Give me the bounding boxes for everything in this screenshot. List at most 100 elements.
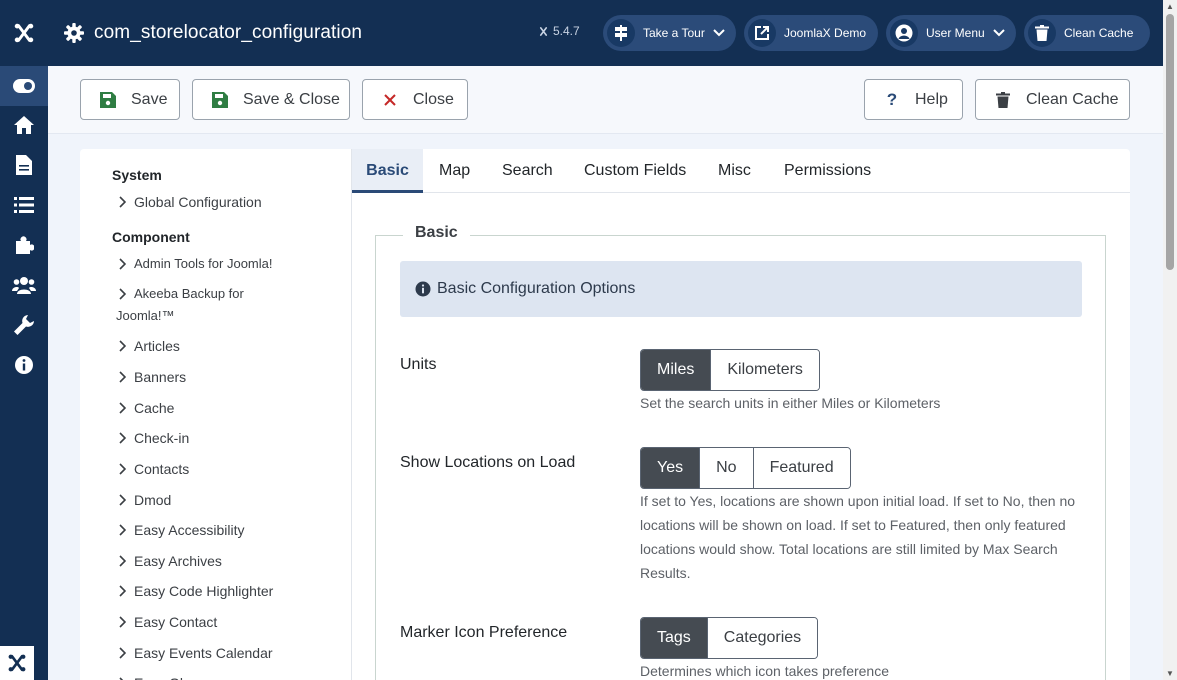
menus-menu-item[interactable] — [0, 185, 48, 225]
sidebar-item-label: Contacts — [134, 461, 190, 477]
sidebar-item-easy-archives[interactable]: Easy Archives — [116, 550, 222, 572]
sidebar-item-label: Check-in — [134, 430, 190, 446]
sidebar-item-cache[interactable]: Cache — [116, 397, 174, 419]
units-option-kilometers[interactable]: Kilometers — [711, 350, 819, 390]
sidebar-item-global-configuration[interactable]: Global Configuration — [116, 191, 262, 213]
file-icon — [16, 155, 32, 175]
header-clean-cache-label: Clean Cache — [1064, 26, 1134, 40]
joomla-logo[interactable] — [0, 0, 48, 66]
save-button[interactable]: Save — [80, 79, 180, 120]
chevron-right-icon — [116, 253, 128, 270]
scroll-down-arrow-icon[interactable]: ▼ — [1166, 669, 1174, 678]
sidebar-item-easy-accessibility[interactable]: Easy Accessibility — [116, 519, 244, 541]
marker-icon-option-categories[interactable]: Categories — [707, 618, 818, 658]
sidebar-item-label: Easy Contact — [134, 614, 218, 630]
marker-icon-help-text: Determines which icon takes preference — [640, 663, 890, 679]
sidebar-item-label: Easy Accessibility — [134, 522, 245, 538]
user-menu-button[interactable]: User Menu — [886, 15, 1016, 51]
sidebar-item-label: Easy Archives — [134, 553, 222, 569]
trash-icon — [1028, 19, 1056, 47]
scroll-up-arrow-icon[interactable]: ▲ — [1166, 2, 1174, 11]
user-menu-label: User Menu — [926, 26, 985, 40]
marker-icon-label: Marker Icon Preference — [400, 624, 568, 641]
sidebar-item-easy-events-calendar[interactable]: Easy Events Calendar — [116, 642, 273, 664]
header-clean-cache-button[interactable]: Clean Cache — [1024, 15, 1150, 51]
joomlax-demo-button[interactable]: JoomlaX Demo — [744, 15, 878, 51]
sidebar-item-easy-contact[interactable]: Easy Contact — [116, 611, 217, 633]
marker-icon-option-tags[interactable]: Tags — [641, 618, 708, 658]
units-option-miles[interactable]: Miles — [641, 350, 712, 390]
system-menu-item[interactable] — [0, 305, 48, 345]
sidebar-item-label: Joomla!™ — [116, 308, 175, 323]
wrench-icon — [14, 315, 34, 335]
help-button[interactable]: ? Help — [864, 79, 963, 120]
show-locations-option-no[interactable]: No — [700, 448, 754, 488]
help-line: locations will be shown on load. If set … — [640, 517, 1066, 533]
fieldset-legend: Basic — [403, 224, 470, 242]
tab-search[interactable]: Search — [502, 149, 553, 193]
save-label: Save — [131, 90, 168, 108]
take-a-tour-label: Take a Tour — [643, 26, 705, 40]
component-heading: Component — [112, 229, 190, 245]
gear-icon — [64, 23, 84, 43]
sidebar-item-check-in[interactable]: Check-in — [116, 427, 189, 449]
clean-cache-button[interactable]: Clean Cache — [975, 79, 1130, 120]
sidebar-item-label: Cache — [134, 400, 175, 416]
help-line: If set to Yes, locations are shown upon … — [640, 493, 1076, 509]
sidebar-item-akeeba-backup-line2[interactable]: Joomla!™ — [116, 305, 175, 327]
show-locations-option-yes[interactable]: Yes — [641, 448, 701, 488]
sidebar-item-easy-gl[interactable]: Easy Gl — [116, 672, 183, 680]
content-menu-item[interactable] — [0, 145, 48, 185]
chevron-right-icon — [116, 335, 128, 352]
sidebar-item-contacts[interactable]: Contacts — [116, 458, 189, 480]
info-circle-icon — [15, 356, 33, 374]
version-number: 5.4.7 — [553, 24, 580, 38]
units-toggle-group: Miles Kilometers — [640, 349, 820, 391]
sidebar-item-articles[interactable]: Articles — [116, 335, 180, 357]
sidebar-item-banners[interactable]: Banners — [116, 366, 186, 388]
info-alert-text: Basic Configuration Options — [437, 280, 636, 297]
joomla-bottom-logo[interactable] — [0, 646, 34, 680]
sidebar-item-easy-code-highlighter[interactable]: Easy Code Highlighter — [116, 580, 273, 602]
tab-map[interactable]: Map — [439, 149, 470, 193]
version-label: 5.4.7 — [538, 24, 580, 38]
external-link-icon — [748, 19, 776, 47]
take-a-tour-button[interactable]: Take a Tour — [603, 15, 736, 51]
component-sidebar: System Global Configuration Component Ad… — [80, 149, 352, 680]
sidebar-item-label: Dmod — [134, 492, 172, 508]
sidebar-item-label: Admin Tools for Joomla! — [134, 256, 273, 271]
system-heading: System — [112, 167, 162, 183]
help-menu-item[interactable] — [0, 345, 48, 385]
chevron-right-icon — [116, 580, 128, 597]
tab-permissions[interactable]: Permissions — [784, 149, 871, 193]
chevron-right-icon — [116, 397, 128, 414]
sidebar-item-admin-tools[interactable]: Admin Tools for Joomla! — [116, 253, 273, 275]
scrollbar-thumb[interactable] — [1166, 14, 1174, 270]
sidebar-item-dmod[interactable]: Dmod — [116, 489, 171, 511]
content-card: System Global Configuration Component Ad… — [80, 149, 1130, 680]
users-menu-item[interactable] — [0, 265, 48, 305]
home-menu-item[interactable] — [0, 105, 48, 145]
close-button[interactable]: Close — [362, 79, 468, 120]
chevron-right-icon — [116, 550, 128, 567]
extensions-menu-item[interactable] — [0, 225, 48, 265]
toggle-menu-item[interactable] — [0, 66, 48, 106]
sidebar-item-label: Easy Code Highlighter — [134, 583, 274, 599]
chevron-right-icon — [116, 191, 128, 208]
config-tabs: Basic Map Search Custom Fields Misc Perm… — [352, 149, 1130, 193]
page-title: com_storelocator_configuration — [94, 22, 363, 43]
sidebar-item-akeeba-backup[interactable]: Akeeba Backup for — [116, 283, 244, 305]
tab-misc[interactable]: Misc — [718, 149, 751, 193]
joomla-icon — [8, 654, 26, 672]
trash-icon — [994, 91, 1012, 109]
sidebar-item-label: Easy Gl — [134, 672, 183, 680]
save-close-button[interactable]: Save & Close — [192, 79, 350, 120]
tab-custom-fields[interactable]: Custom Fields — [584, 149, 686, 193]
toolbar: Save Save & Close Close ? Help Clean Cac… — [48, 66, 1163, 134]
page-scrollbar[interactable]: ▲ ▼ — [1163, 0, 1177, 680]
marker-icon-toggle-group: Tags Categories — [640, 617, 819, 659]
show-locations-option-featured[interactable]: Featured — [753, 448, 850, 488]
home-icon — [14, 116, 34, 134]
sidebar-item-label: Akeeba Backup for — [134, 286, 244, 301]
tab-basic[interactable]: Basic — [352, 149, 423, 193]
